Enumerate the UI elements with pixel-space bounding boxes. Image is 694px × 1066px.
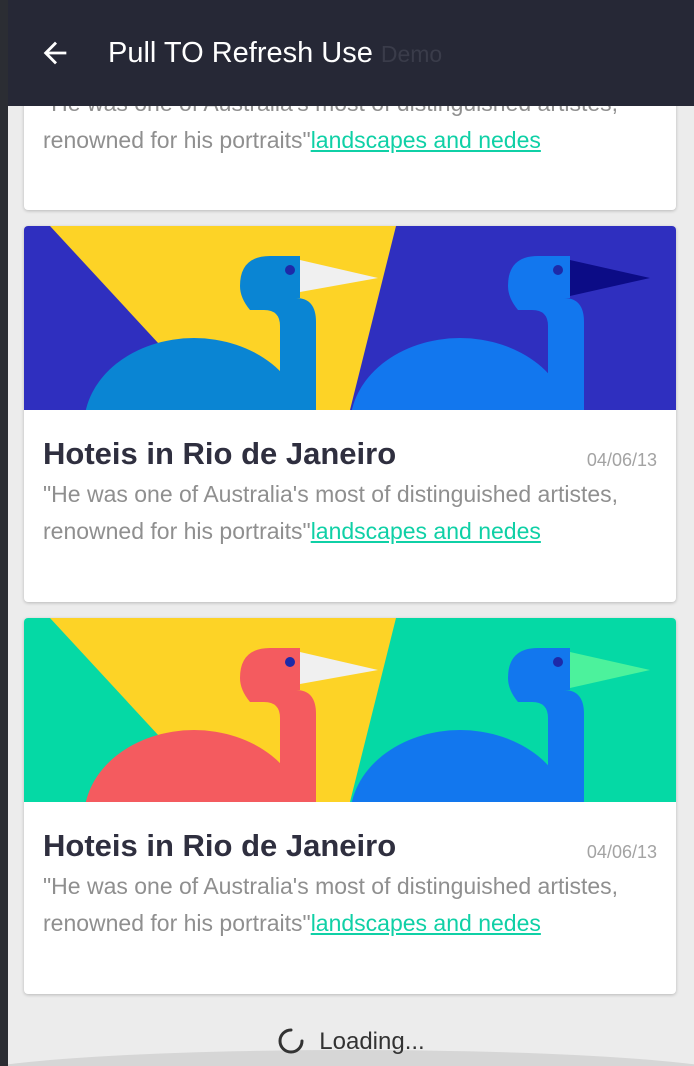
card-date: 04/06/13 (586, 450, 657, 470)
card-link[interactable]: landscapes and nedes (311, 518, 541, 544)
screen: "He was one of Australia's most of disti… (8, 0, 694, 1066)
card-description: "He was one of Australia's most of disti… (43, 476, 643, 550)
card[interactable]: Hoteis in Rio de Janeiro 04/06/13 "He wa… (24, 226, 676, 602)
card-title: Hoteis in Rio de Janeiro (43, 436, 397, 471)
card-date: 04/06/13 (586, 842, 657, 862)
app-bar: Pull TO Refresh Use Demo (8, 0, 694, 106)
page-title-faded: Demo (380, 41, 443, 67)
page-title: Pull TO Refresh Use Demo (108, 34, 442, 73)
arrow-left-icon[interactable] (38, 36, 72, 70)
card-description: "He was one of Australia's most of disti… (43, 868, 643, 942)
page-title-text: Pull TO Refresh Use (108, 37, 373, 69)
card-image-blue-birds (24, 226, 676, 410)
card[interactable]: Hoteis in Rio de Janeiro 04/06/13 "He wa… (24, 618, 676, 994)
card-link[interactable]: landscapes and nedes (311, 127, 541, 153)
loading-spinner-icon (278, 1028, 304, 1054)
card-link[interactable]: landscapes and nedes (311, 910, 541, 936)
loading-text: Loading... (319, 1028, 425, 1055)
loading-indicator: Loading... (8, 1022, 694, 1062)
card-image-green-birds (24, 618, 676, 802)
card-title: Hoteis in Rio de Janeiro (43, 828, 397, 863)
